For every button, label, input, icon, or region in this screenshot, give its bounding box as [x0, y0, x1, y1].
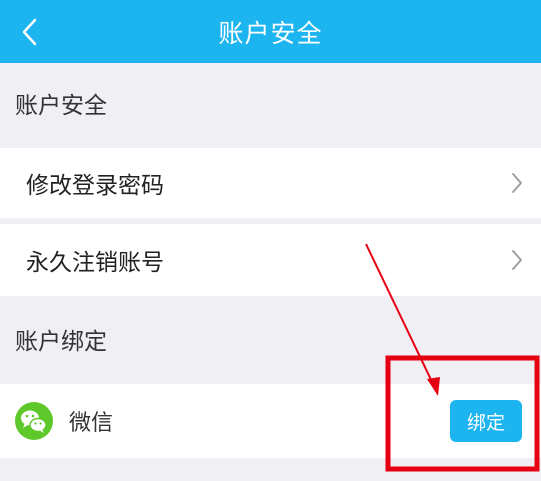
back-button[interactable]: [10, 12, 50, 52]
delete-account-label: 永久注销账号: [26, 250, 164, 276]
section-label-security: 账户安全: [15, 93, 107, 119]
bind-wechat-button[interactable]: 绑定: [450, 400, 522, 442]
wechat-row: 微信 绑定: [0, 384, 541, 458]
wechat-label: 微信: [69, 411, 114, 436]
section-label-binding: 账户绑定: [15, 329, 107, 355]
change-password-row[interactable]: 修改登录密码: [0, 148, 541, 218]
title-bar: 账户安全: [0, 0, 541, 63]
chevron-left-icon: [22, 18, 37, 46]
delete-account-row[interactable]: 永久注销账号: [0, 224, 541, 296]
chevron-right-icon: [512, 250, 522, 270]
change-password-label: 修改登录密码: [26, 173, 164, 199]
wechat-icon: [15, 402, 53, 440]
page-title: 账户安全: [218, 18, 323, 48]
chevron-right-icon: [512, 173, 522, 193]
